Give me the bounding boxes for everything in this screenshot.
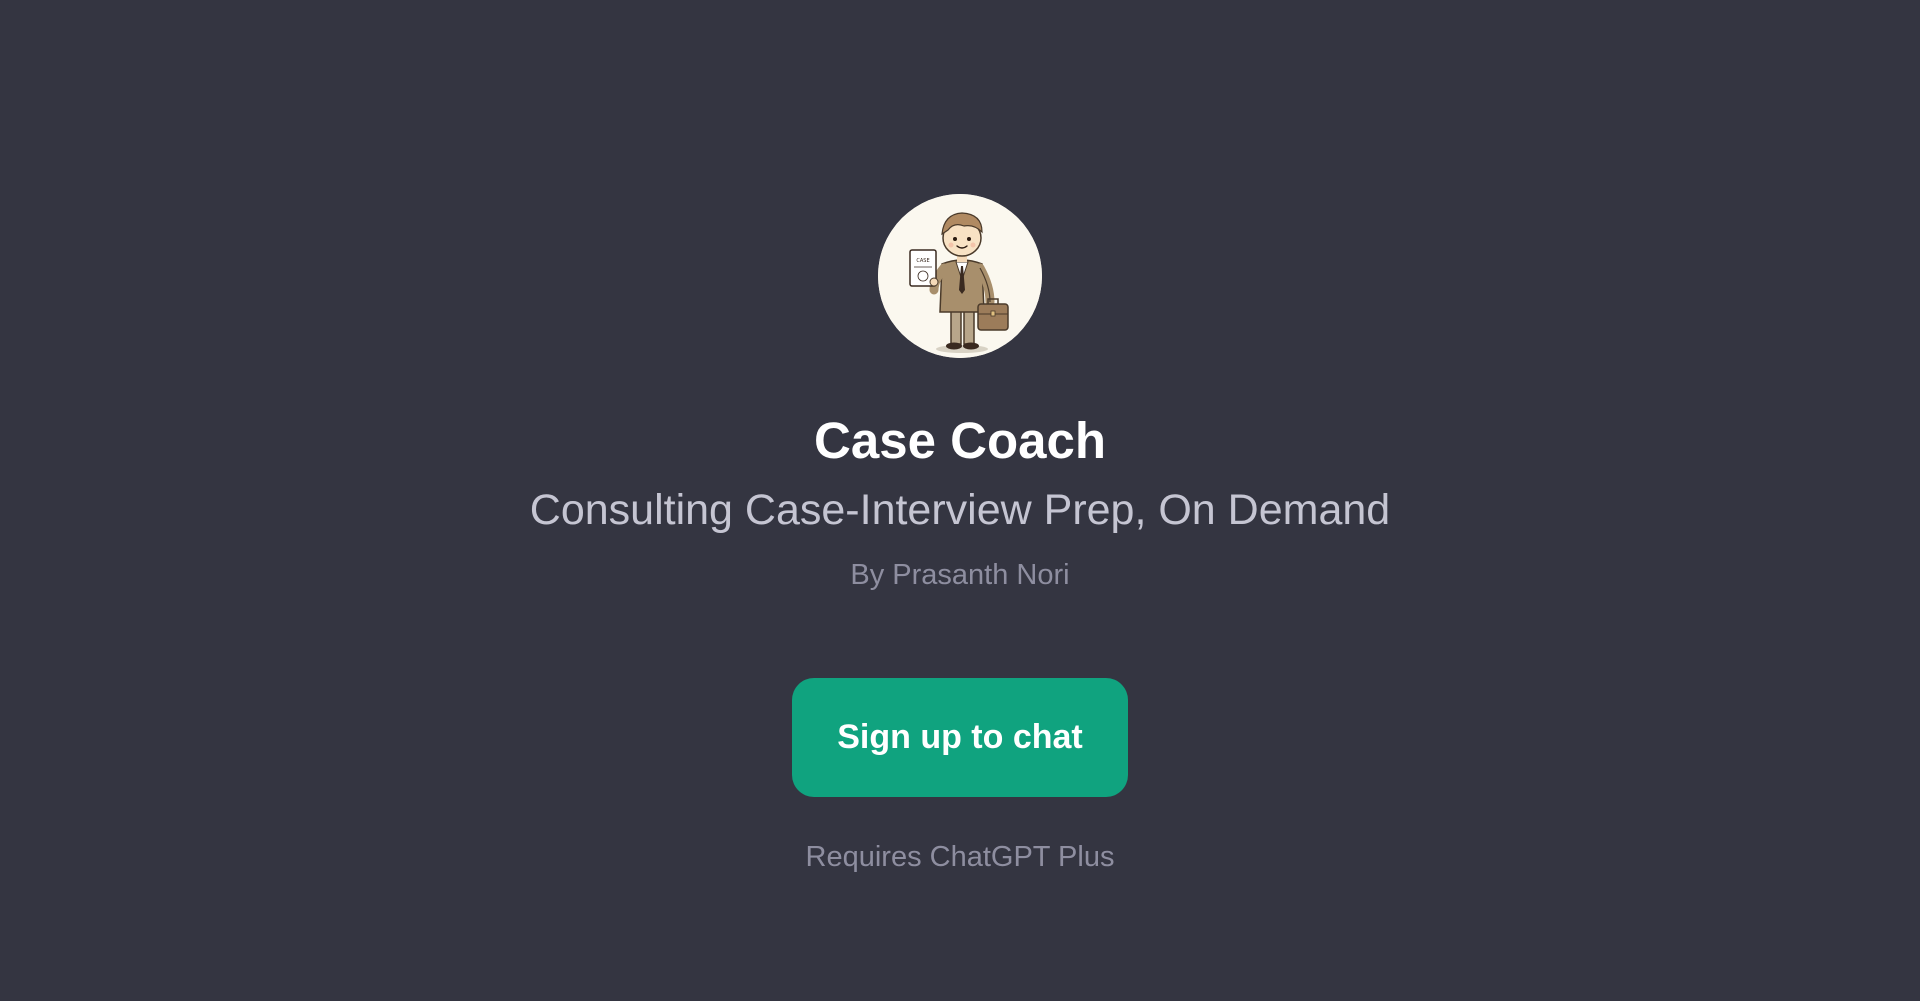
requirement-note: Requires ChatGPT Plus — [805, 841, 1115, 873]
sign-up-button[interactable]: Sign up to chat — [792, 678, 1128, 797]
gpt-author: By Prasanth Nori — [850, 559, 1070, 591]
consultant-cartoon-icon: CASE — [878, 194, 1042, 358]
gpt-description: Consulting Case-Interview Prep, On Deman… — [529, 486, 1391, 534]
gpt-landing-page: CASE Case Coach Consulting Case-Intervie… — [0, 0, 1920, 1001]
gpt-title: Case Coach — [814, 412, 1106, 469]
gpt-avatar: CASE — [878, 194, 1042, 358]
book-cover-text: CASE — [916, 258, 929, 264]
